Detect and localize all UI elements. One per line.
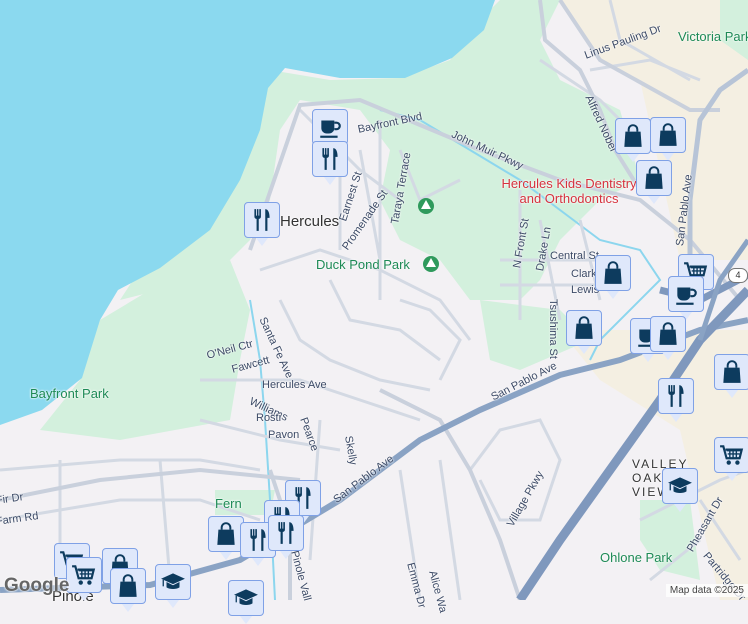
fork-knife-icon [249,207,275,233]
shopping-marker[interactable] [208,516,244,560]
shopping-marker[interactable] [566,310,602,354]
school-marker[interactable] [662,468,698,512]
map-canvas[interactable] [0,0,748,600]
cafe-marker[interactable] [312,109,348,153]
street-label: Hercules Ave [262,379,327,391]
fork-knife-icon [663,383,689,409]
restaurant-marker[interactable] [312,141,348,185]
shopping-bag-icon [641,165,667,191]
shopping-bag-icon [571,315,597,341]
route-4-shield: 4 [728,268,748,283]
park-label-bayfront: Bayfront Park [30,386,109,401]
shopping-bag-icon [655,122,681,148]
shopping-marker[interactable] [615,118,651,162]
shopping-cart-icon [71,562,97,588]
grocery-marker[interactable] [66,557,102,601]
restaurant-marker[interactable] [658,378,694,422]
fork-knife-icon [273,520,299,546]
graduation-cap-icon [233,585,259,611]
restaurant-marker[interactable] [268,515,304,559]
map-attribution[interactable]: Map data ©2025 [665,584,748,597]
shopping-bag-icon [719,359,745,385]
poi-label-dentistry[interactable]: Hercules Kids Dentistry and Orthodontics [494,176,644,206]
street-label: Central St [550,250,599,262]
park-label-victoria: Victoria Park [678,29,748,44]
restaurant-marker[interactable] [244,202,280,246]
shopping-marker[interactable] [650,316,686,360]
shopping-bag-icon [115,573,141,599]
coffee-cup-icon [673,281,699,307]
park-label-ohlone: Ohlone Park [600,550,673,565]
graduation-cap-icon [160,569,186,595]
cafe-marker[interactable] [668,276,704,320]
school-marker[interactable] [228,580,264,624]
shopping-bag-icon [600,260,626,286]
street-label: Clark [571,268,597,280]
grocery-marker[interactable] [714,437,748,481]
shopping-marker[interactable] [110,568,146,612]
school-marker[interactable] [155,564,191,608]
shopping-marker[interactable] [714,354,748,398]
shopping-bag-icon [655,321,681,347]
street-label: Tsushima St [547,299,559,359]
fork-knife-icon [317,146,343,172]
coffee-cup-icon [317,114,343,140]
shopping-marker[interactable] [636,160,672,204]
street-label: Pavon [268,429,300,441]
street-label: Rosti [256,412,282,424]
shopping-marker[interactable] [650,117,686,161]
graduation-cap-icon [667,473,693,499]
place-label-hercules: Hercules [280,213,340,230]
shopping-marker[interactable] [595,255,631,299]
shopping-cart-icon [719,442,745,468]
park-label-fernandez: Fern [215,496,242,511]
park-label-duck-pond: Duck Pond Park [316,257,410,272]
shopping-bag-icon [213,521,239,547]
google-logo[interactable]: Google [4,575,69,597]
shopping-bag-icon [620,123,646,149]
